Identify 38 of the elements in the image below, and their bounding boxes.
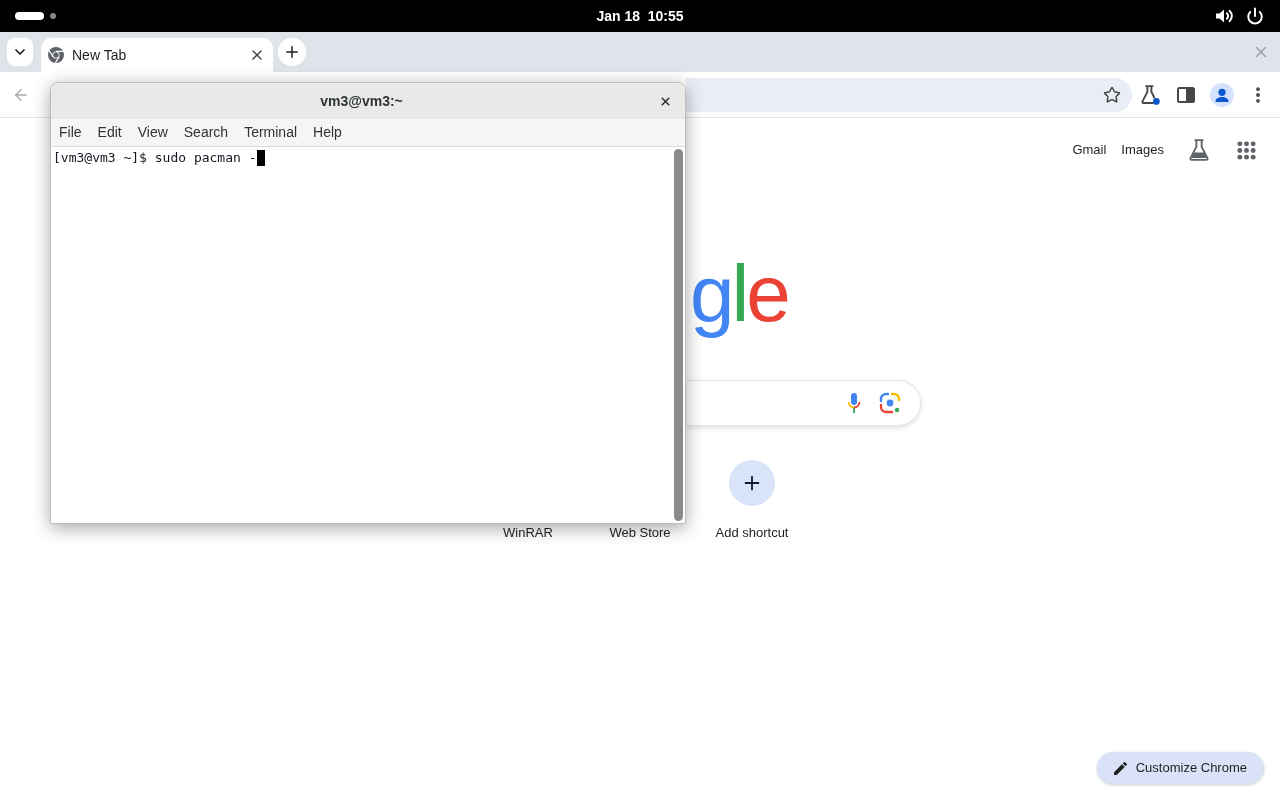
customize-chrome-button[interactable]: Customize Chrome xyxy=(1096,752,1264,784)
flask-icon[interactable] xyxy=(1140,84,1160,105)
profile-avatar-icon[interactable] xyxy=(1210,82,1234,107)
window-title: vm3@vm3:~ xyxy=(320,91,403,111)
shortcut-label[interactable]: Web Store xyxy=(609,525,671,541)
chrome-logo-icon xyxy=(48,47,64,63)
workspaces-icon[interactable] xyxy=(15,11,57,21)
tab-search-button[interactable] xyxy=(7,38,33,66)
menu-item[interactable]: Terminal xyxy=(236,122,306,143)
shortcut-label[interactable]: WinRAR xyxy=(503,525,553,541)
side-panel-icon[interactable] xyxy=(1177,86,1195,103)
volume-icon[interactable] xyxy=(1215,8,1234,24)
terminal-line: [vm3@vm3 ~]$ sudo pacman - xyxy=(53,149,257,166)
power-icon[interactable] xyxy=(1246,7,1264,25)
star-icon[interactable] xyxy=(1103,85,1121,104)
camera-lens-icon[interactable] xyxy=(879,392,901,414)
pencil-icon xyxy=(1113,761,1127,775)
apps-grid-icon[interactable] xyxy=(1237,140,1256,160)
flask-icon[interactable] xyxy=(1189,139,1209,161)
scrollbar[interactable] xyxy=(673,149,683,521)
menu-item[interactable]: View xyxy=(129,122,176,143)
logo-text: gle xyxy=(690,249,788,338)
shortcut-label[interactable]: Add shortcut xyxy=(715,525,789,541)
search-field[interactable] xyxy=(687,380,921,426)
menu-item[interactable]: Search xyxy=(175,122,237,143)
clock[interactable]: Jan 18 10:55 xyxy=(596,5,684,27)
close-icon[interactable] xyxy=(249,47,265,63)
menu-item[interactable]: Edit xyxy=(89,122,130,143)
browser-tab[interactable]: New Tab xyxy=(41,38,273,72)
microphone-icon[interactable] xyxy=(847,392,861,414)
header-link[interactable]: Images xyxy=(1121,140,1164,160)
header-link[interactable]: Gmail xyxy=(1072,140,1107,160)
new-tab-button[interactable] xyxy=(278,38,306,66)
close-icon[interactable] xyxy=(659,94,672,108)
add-shortcut-button[interactable] xyxy=(729,460,775,506)
menu-item[interactable]: File xyxy=(51,122,90,143)
plus-icon xyxy=(283,43,301,61)
menu-item[interactable]: Help xyxy=(305,122,350,143)
